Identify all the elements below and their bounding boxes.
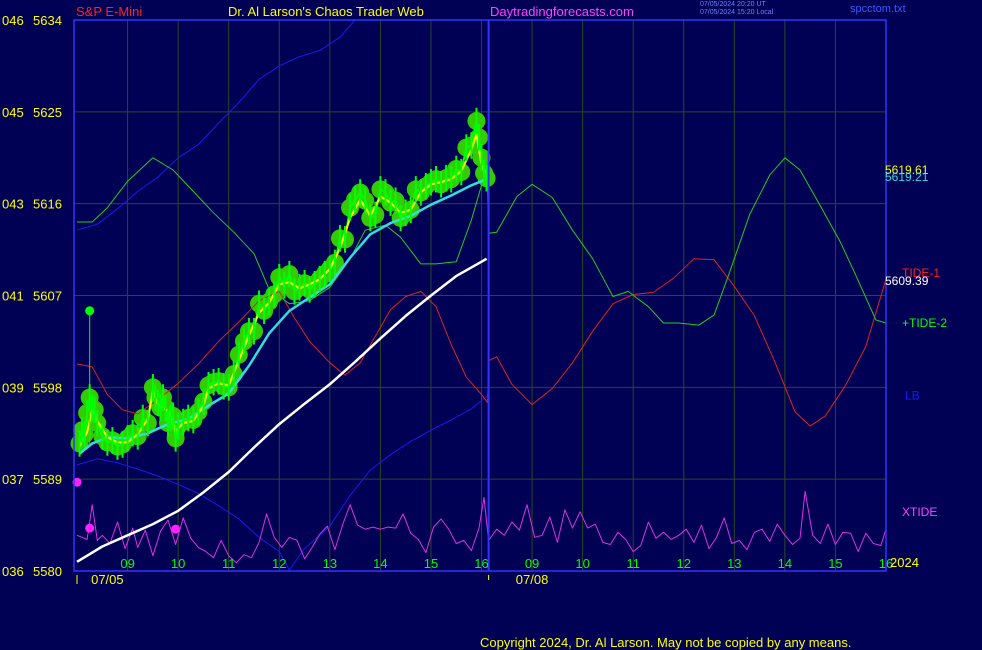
x-hour-label: 15 — [424, 556, 438, 571]
x-hour-label: 12 — [677, 556, 691, 571]
x-hour-label: 10 — [171, 556, 185, 571]
series-right-label: 5609.39 — [885, 274, 929, 288]
x-hour-label: 14 — [778, 556, 792, 571]
series-right-label: 5619.21 — [885, 170, 929, 184]
x-hour-label: 16 — [474, 556, 488, 571]
y-tick-price-label: 5598 — [33, 380, 62, 395]
series-value-labels: 5619.615619.21TIDE-15609.39+TIDE-2LBXTID… — [885, 163, 947, 519]
y-tick-left-label: 041 — [2, 289, 24, 304]
series-right-label: XTIDE — [902, 505, 937, 519]
series-lb-line — [76, 19, 356, 231]
x-hour-label: 13 — [727, 556, 741, 571]
y-tick-price-label: 5580 — [33, 564, 62, 579]
y-tick-left-label: 037 — [2, 472, 24, 487]
x-hour-label: 09 — [525, 556, 539, 571]
y-tick-left-label: 046 — [2, 13, 24, 28]
x-date-label: 07/08 — [516, 572, 549, 587]
series-right-label: LB — [905, 388, 920, 402]
y-tick-price-label: 5625 — [33, 105, 62, 120]
y-tick-left-label: 036 — [2, 564, 24, 579]
copyright-notice: Copyright 2024, Dr. Al Larson. May not b… — [480, 635, 852, 650]
series-right-label: +TIDE-2 — [902, 316, 947, 330]
x-date-label: 07/05 — [91, 572, 124, 587]
chart-grid — [74, 19, 887, 572]
chaos-trader-chart: 046 5634 045 5625 043 5616 041 5607 039 5598 037 55… — [2, 13, 947, 587]
y-tick-left-label: 045 — [2, 105, 24, 120]
y-tick-price-label: 5634 — [33, 13, 62, 28]
x-hour-label: 15 — [828, 556, 842, 571]
year-label: 2024 — [890, 555, 919, 570]
x-hour-label: 12 — [272, 556, 286, 571]
green-marker-dot — [85, 306, 95, 316]
magenta-marker-dot — [171, 524, 181, 534]
magenta-marker-dot — [85, 523, 95, 533]
x-hour-label: 13 — [323, 556, 337, 571]
y-axis-labels: 046 5634 045 5625 043 5616 041 5607 039 5598 037 55… — [2, 13, 62, 579]
x-hour-label: 11 — [222, 556, 236, 571]
y-tick-price-label: 5589 — [33, 472, 62, 487]
y-tick-left-label: 043 — [2, 197, 24, 212]
x-hour-label: 14 — [373, 556, 387, 571]
x-hour-label: 11 — [626, 556, 640, 571]
x-hour-label: 09 — [120, 556, 134, 571]
y-tick-left-label: 039 — [2, 380, 24, 395]
y-tick-price-label: 5616 — [33, 197, 62, 212]
x-hour-label: 10 — [575, 556, 589, 571]
y-tick-price-label: 5607 — [33, 289, 62, 304]
